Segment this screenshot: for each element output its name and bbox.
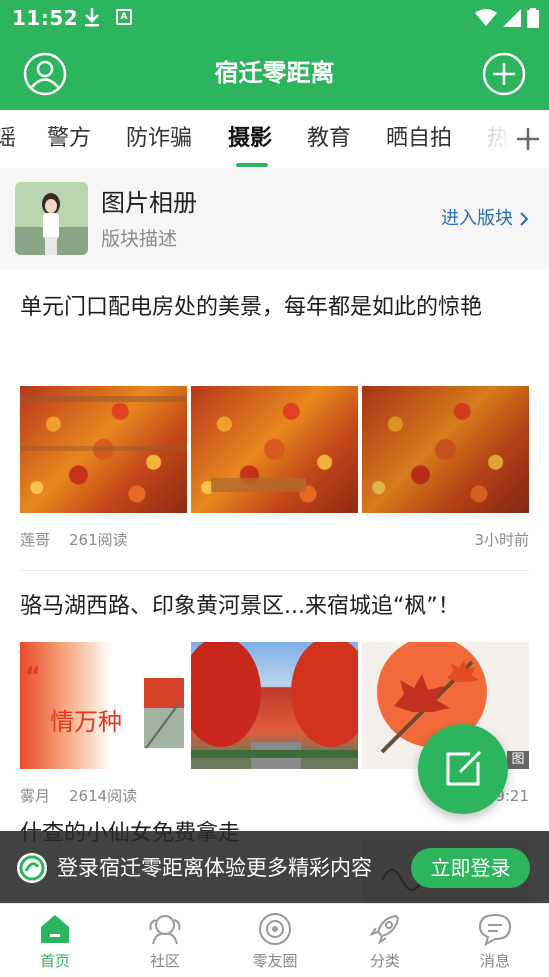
post-card[interactable]: 单元门口配电房处的美景，每年都是如此的惊艳 莲哥 261阅读 3小时前 — [0, 270, 549, 571]
tab-police[interactable]: 警方 — [47, 124, 91, 154]
post-time: 3小时前 — [474, 531, 529, 549]
signal-icon — [503, 9, 521, 27]
album-description: 版块描述 — [101, 228, 178, 250]
message-icon — [478, 913, 512, 946]
post-image[interactable] — [191, 642, 358, 769]
status-time: 11:52 — [12, 6, 79, 30]
login-banner: 登录宿迁零距离体验更多精彩内容 立即登录 — [0, 831, 549, 903]
top-bar: 11:52 A 宿迁零距离 — [0, 0, 549, 110]
post-read-count: 261阅读 — [69, 531, 128, 549]
nav-label: 社区 — [149, 952, 180, 970]
nav-community[interactable]: 社区 — [110, 904, 220, 977]
friends-circle-icon — [259, 913, 291, 945]
login-button[interactable]: 立即登录 — [411, 848, 530, 888]
add-circle-icon[interactable] — [482, 52, 526, 96]
image-count-badge: 图 — [507, 751, 529, 769]
category-tabs: 谣 警方 防诈骗 摄影 教育 晒自拍 热 — [0, 110, 549, 168]
login-prompt-text: 登录宿迁零距离体验更多精彩内容 — [57, 856, 372, 880]
nav-label: 首页 — [39, 952, 70, 970]
battery-icon — [527, 8, 539, 28]
post-read-count: 2614阅读 — [69, 787, 138, 805]
maple-road-photo — [191, 642, 358, 769]
post-image[interactable] — [20, 386, 187, 513]
nav-label: 零友圈 — [252, 952, 298, 970]
tab-anti-fraud[interactable]: 防诈骗 — [126, 124, 192, 154]
status-bar: 11:52 A — [0, 0, 549, 36]
post-author: 雾月 — [20, 787, 51, 805]
post-image[interactable]: “ 情万种 — [20, 642, 187, 769]
nav-label: 消息 — [479, 952, 510, 970]
poster-quote-mark: “ — [25, 662, 41, 690]
post-image[interactable] — [191, 386, 358, 513]
ivy-photo — [20, 396, 187, 451]
nav-messages[interactable]: 消息 — [440, 904, 549, 977]
add-tab-icon[interactable] — [507, 110, 549, 168]
compose-post-button[interactable] — [418, 724, 508, 814]
nav-friends-circle[interactable]: 零友圈 — [220, 904, 330, 977]
poster-text: 情万种 — [50, 708, 122, 736]
home-icon — [41, 915, 69, 943]
album-section[interactable]: 图片相册 版块描述 进入版块 — [0, 168, 549, 270]
post-title: 单元门口配电房处的美景，每年都是如此的惊艳 — [20, 295, 483, 320]
nav-home[interactable]: 首页 — [0, 904, 110, 977]
app-notification-icon: A — [116, 9, 132, 25]
enter-section-label: 进入版块 — [441, 208, 513, 229]
nav-category[interactable]: 分类 — [330, 904, 440, 977]
community-icon — [149, 915, 181, 945]
ivy-photo — [362, 386, 529, 513]
active-tab-indicator — [236, 163, 268, 167]
category-rocket-icon — [369, 914, 400, 945]
status-icons — [475, 8, 539, 28]
edit-icon — [446, 750, 482, 786]
tab-education[interactable]: 教育 — [307, 124, 351, 154]
enter-section-link[interactable]: 进入版块 — [441, 206, 529, 232]
download-icon — [85, 8, 99, 27]
post-author: 莲哥 — [20, 531, 51, 549]
nav-label: 分类 — [369, 952, 400, 970]
wifi-icon — [475, 9, 497, 26]
album-photo-icon — [15, 182, 88, 255]
album-title: 图片相册 — [101, 189, 197, 217]
app-title: 宿迁零距离 — [214, 59, 335, 87]
ivy-photo — [211, 478, 306, 492]
bottom-nav: 首页 社区 零友圈 分类 消息 — [0, 903, 549, 977]
album-thumbnail — [15, 182, 88, 255]
app-logo-icon — [17, 853, 47, 883]
tab-partial-left[interactable]: 谣 — [0, 124, 16, 154]
tab-photography[interactable]: 摄影 — [228, 124, 272, 154]
post-image[interactable] — [362, 386, 529, 513]
tab-selfie[interactable]: 晒自拍 — [386, 124, 452, 154]
chevron-right-icon — [520, 212, 529, 226]
post-title: 骆马湖西路、印象黄河景区...来宿城追“枫”！ — [20, 594, 460, 619]
